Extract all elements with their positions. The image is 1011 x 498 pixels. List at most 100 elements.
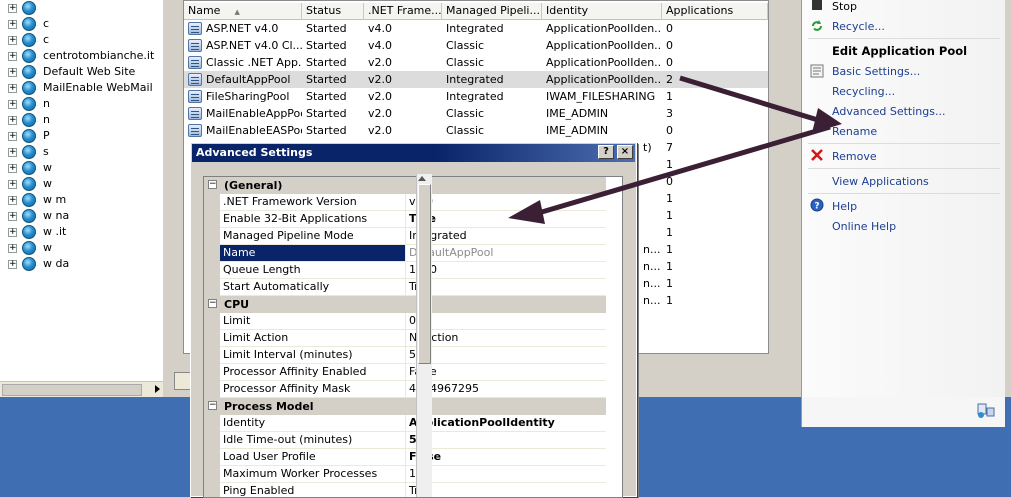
property-category[interactable]: − CPU: [204, 296, 606, 313]
table-row[interactable]: DefaultAppPool Started v2.0 Integrated Appli…: [184, 71, 768, 88]
tree-item[interactable]: + s: [0, 144, 163, 160]
expand-icon[interactable]: +: [8, 244, 17, 253]
property-value[interactable]: 0: [406, 313, 606, 330]
tree-item[interactable]: + w na: [0, 208, 163, 224]
property-row[interactable]: Name DefaultAppPool: [204, 245, 606, 262]
property-category[interactable]: − Process Model: [204, 398, 606, 415]
scrollbar-thumb[interactable]: [418, 184, 431, 364]
help-button[interactable]: ?: [598, 145, 614, 159]
tree-item[interactable]: + n: [0, 96, 163, 112]
tree-item[interactable]: + Default Web Site: [0, 64, 163, 80]
property-row[interactable]: Queue Length1000: [204, 262, 606, 279]
table-row[interactable]: MailEnableAppPool Started v2.0 Classic IME_A…: [184, 105, 768, 122]
expand-icon[interactable]: +: [8, 52, 17, 61]
expand-icon[interactable]: +: [8, 36, 17, 45]
tree-item[interactable]: + centrotombianche.it: [0, 48, 163, 64]
scroll-right-arrow-icon[interactable]: [155, 385, 160, 393]
tree-item[interactable]: + w: [0, 176, 163, 192]
expand-icon[interactable]: +: [8, 100, 17, 109]
action-online-help[interactable]: Online Help: [832, 220, 896, 233]
action-help[interactable]: Help: [832, 200, 857, 213]
action-recycle[interactable]: Recycle...: [832, 20, 885, 33]
scrollbar-thumb[interactable]: [2, 384, 142, 396]
property-value[interactable]: ApplicationPoolIdentity: [406, 415, 606, 432]
property-row[interactable]: Identity ApplicationPoolIdentity: [204, 415, 606, 432]
tree-item[interactable]: + c: [0, 16, 163, 32]
column-name[interactable]: Name ▲: [184, 3, 302, 20]
action-basic-settings[interactable]: Basic Settings...: [832, 65, 920, 78]
property-row[interactable]: Ping EnabledTrue: [204, 483, 606, 497]
column-status[interactable]: Status: [302, 3, 364, 20]
expand-icon[interactable]: +: [8, 148, 17, 157]
column-net-framework[interactable]: .NET Frame...: [364, 3, 442, 20]
property-row[interactable]: Limit Action NoAction: [204, 330, 606, 347]
close-button[interactable]: ×: [617, 145, 633, 159]
tree-item[interactable]: + c: [0, 32, 163, 48]
action-remove[interactable]: Remove: [832, 150, 877, 163]
dialog-title-bar[interactable]: Advanced Settings: [192, 144, 635, 162]
property-value[interactable]: True: [406, 279, 606, 296]
property-value[interactable]: DefaultAppPool: [406, 245, 606, 262]
action-recycling[interactable]: Recycling...: [832, 85, 895, 98]
property-row[interactable]: Maximum Worker Processes 1: [204, 466, 606, 483]
tree-item[interactable]: +: [0, 0, 163, 16]
property-value[interactable]: True: [406, 211, 606, 228]
expand-icon[interactable]: +: [8, 132, 17, 141]
action-stop[interactable]: Stop: [832, 0, 857, 13]
tree-item[interactable]: + MailEnable WebMail: [0, 80, 163, 96]
column-applications[interactable]: Applications: [662, 3, 768, 20]
expand-icon[interactable]: +: [8, 20, 17, 29]
table-row[interactable]: MailEnableEASPool Started v2.0 Classic IME_A…: [184, 122, 768, 139]
column-managed-pipeline[interactable]: Managed Pipeli...: [442, 3, 542, 20]
collapse-icon[interactable]: −: [208, 180, 217, 189]
expand-icon[interactable]: +: [8, 116, 17, 125]
tree-item[interactable]: + w: [0, 240, 163, 256]
table-row[interactable]: FileSharingPool Started v2.0 Integrated IWAM…: [184, 88, 768, 105]
property-value[interactable]: 1000: [406, 262, 606, 279]
property-row[interactable]: Limit 0: [204, 313, 606, 330]
expand-icon[interactable]: +: [8, 164, 17, 173]
property-row[interactable]: Managed Pipeline Mode Integrated: [204, 228, 606, 245]
tree-item[interactable]: + w .it: [0, 224, 163, 240]
property-value[interactable]: NoAction: [406, 330, 606, 347]
property-value[interactable]: v2.0: [406, 194, 606, 211]
property-value[interactable]: 5: [406, 347, 606, 364]
property-row[interactable]: Idle Time-out (minutes) 5: [204, 432, 606, 449]
action-view-applications[interactable]: View Applications: [832, 175, 929, 188]
property-value[interactable]: False: [406, 364, 606, 381]
property-row[interactable]: Enable 32-Bit ApplicationsTrue: [204, 211, 606, 228]
table-row[interactable]: ASP.NET v4.0 Started v4.0 Integrated Applica…: [184, 20, 768, 37]
collapse-icon[interactable]: −: [208, 299, 217, 308]
property-value[interactable]: True: [406, 483, 606, 497]
property-value[interactable]: 5: [406, 432, 606, 449]
property-value[interactable]: 1: [406, 466, 606, 483]
property-row[interactable]: Start AutomaticallyTrue: [204, 279, 606, 296]
expand-icon[interactable]: +: [8, 212, 17, 221]
tree-item[interactable]: + w m: [0, 192, 163, 208]
action-rename[interactable]: Rename: [832, 125, 877, 138]
table-row[interactable]: Classic .NET App... Started v2.0 Classic App…: [184, 54, 768, 71]
property-row[interactable]: Processor Affinity EnabledFalse: [204, 364, 606, 381]
tree-item[interactable]: + P: [0, 128, 163, 144]
property-value[interactable]: Integrated: [406, 228, 606, 245]
property-row[interactable]: Limit Interval (minutes) 5: [204, 347, 606, 364]
expand-icon[interactable]: +: [8, 180, 17, 189]
expand-icon[interactable]: +: [8, 228, 17, 237]
tree-horizontal-scrollbar[interactable]: [0, 381, 163, 397]
scroll-up-arrow-icon[interactable]: [418, 176, 426, 181]
property-category[interactable]: − (General): [204, 177, 606, 194]
column-identity[interactable]: Identity: [542, 3, 662, 20]
collapse-icon[interactable]: −: [208, 401, 217, 410]
property-row[interactable]: Load User ProfileFalse: [204, 449, 606, 466]
expand-icon[interactable]: +: [8, 84, 17, 93]
expand-icon[interactable]: +: [8, 4, 17, 13]
property-grid-scrollbar[interactable]: [416, 174, 432, 497]
expand-icon[interactable]: +: [8, 68, 17, 77]
action-advanced-settings[interactable]: Advanced Settings...: [832, 105, 945, 118]
property-row[interactable]: .NET Framework Versionv2.0: [204, 194, 606, 211]
table-row[interactable]: ASP.NET v4.0 Cl... Started v4.0 Classic Appl…: [184, 37, 768, 54]
expand-icon[interactable]: +: [8, 260, 17, 269]
tree-item[interactable]: + n: [0, 112, 163, 128]
tree-item[interactable]: + w: [0, 160, 163, 176]
tree-item[interactable]: + w da: [0, 256, 163, 272]
